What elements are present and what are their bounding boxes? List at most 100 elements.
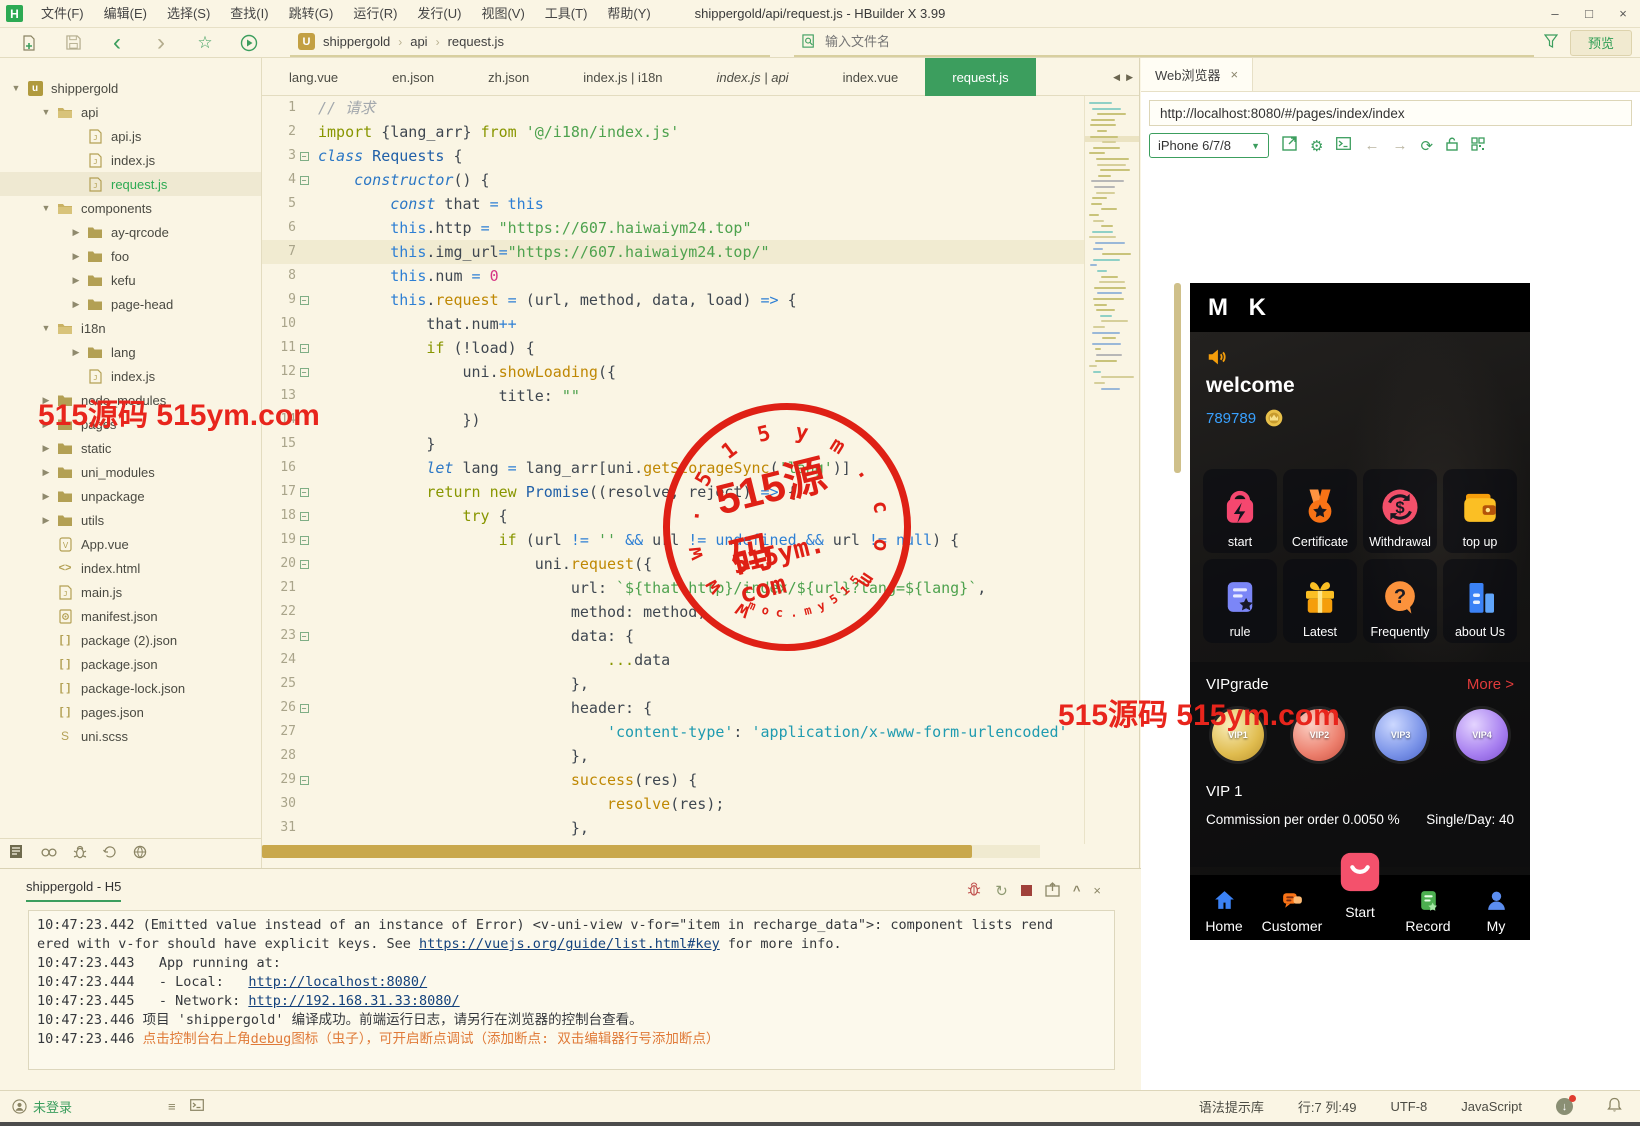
console-link[interactable]: http://localhost:8080/: [248, 974, 427, 990]
fold-marker-icon[interactable]: −: [296, 504, 312, 528]
fold-marker-icon[interactable]: −: [296, 360, 312, 384]
fold-marker-icon[interactable]: −: [296, 840, 312, 844]
maximize-button[interactable]: □: [1572, 0, 1606, 28]
fold-marker-icon[interactable]: −: [296, 288, 312, 312]
chevron-right-icon[interactable]: ▶: [40, 515, 52, 526]
nav-item-start[interactable]: Start: [1326, 852, 1394, 926]
minimize-button[interactable]: –: [1538, 0, 1572, 28]
debug-bug-icon[interactable]: [966, 881, 982, 900]
status-item[interactable]: 行:7 列:49: [1298, 1097, 1357, 1116]
vip-badge-vip1[interactable]: VIP1: [1212, 709, 1264, 761]
tab-scroll-right-icon[interactable]: ▶: [1126, 72, 1133, 83]
tree-item-foo[interactable]: ▶ foo: [0, 244, 261, 268]
breadcrumb-item[interactable]: api: [410, 34, 427, 49]
qr-code-icon[interactable]: [1471, 136, 1485, 155]
app-tile-latest[interactable]: Latest: [1283, 559, 1357, 643]
chevron-right-icon[interactable]: ▶: [40, 443, 52, 454]
chevron-down-icon[interactable]: ▼: [10, 83, 22, 93]
tree-item-pages[interactable]: ▶ pages: [0, 412, 261, 436]
login-status[interactable]: 未登录: [12, 1097, 72, 1116]
app-tile-withdrawal[interactable]: $ Withdrawal: [1363, 469, 1437, 553]
chevron-right-icon[interactable]: ▶: [70, 299, 82, 310]
horizontal-scrollbar[interactable]: [262, 845, 1040, 858]
app-tile-frequently[interactable]: ? Frequently: [1363, 559, 1437, 643]
browser-tab-close-icon[interactable]: ×: [1231, 67, 1239, 82]
new-file-button[interactable]: [14, 31, 44, 55]
debug-panel-icon[interactable]: [73, 845, 87, 862]
minimap[interactable]: [1084, 96, 1139, 844]
update-download-icon[interactable]: ↓: [1556, 1095, 1576, 1115]
device-select[interactable]: iPhone 6/7/8 ▼: [1149, 133, 1269, 158]
console-link[interactable]: debug: [251, 1031, 292, 1047]
fold-marker-icon[interactable]: −: [296, 696, 312, 720]
fold-marker-icon[interactable]: −: [296, 528, 312, 552]
tree-item-utils[interactable]: ▶ utils: [0, 508, 261, 532]
tree-item-package-2-json[interactable]: [ ] package (2).json: [0, 628, 261, 652]
tree-item-unpackage[interactable]: ▶ unpackage: [0, 484, 261, 508]
chevron-right-icon[interactable]: ▶: [70, 251, 82, 262]
tree-item-package-lock-json[interactable]: [ ] package-lock.json: [0, 676, 261, 700]
url-input[interactable]: [1160, 105, 1621, 121]
chevron-right-icon[interactable]: ▶: [70, 275, 82, 286]
breadcrumb-item[interactable]: shippergold: [323, 34, 390, 49]
refresh-icon[interactable]: ⟳: [1420, 137, 1433, 155]
tree-item-uni-modules[interactable]: ▶ uni_modules: [0, 460, 261, 484]
tree-item-i18n[interactable]: ▼ i18n: [0, 316, 261, 340]
preview-button[interactable]: 预览: [1570, 29, 1632, 56]
menu-item[interactable]: 发行(U): [407, 0, 471, 28]
tree-item-main-js[interactable]: Jmain.js: [0, 580, 261, 604]
vip-badge-vip3[interactable]: VIP3: [1374, 709, 1427, 761]
breadcrumb[interactable]: U shippergold › api › request.js: [290, 29, 770, 57]
vip-badge-vip2[interactable]: VIP2: [1293, 709, 1346, 761]
tree-item-index-js[interactable]: Jindex.js: [0, 364, 261, 388]
nav-item-customer[interactable]: Customer: [1258, 875, 1326, 940]
editor-tab-request-js[interactable]: request.js: [925, 58, 1036, 96]
unlock-icon[interactable]: [1446, 137, 1458, 155]
app-tile-top-up[interactable]: top up: [1443, 469, 1517, 553]
plugins-panel-icon[interactable]: [133, 845, 147, 862]
menu-item[interactable]: 帮助(Y): [597, 0, 660, 28]
app-tile-certificate[interactable]: Certificate: [1283, 469, 1357, 553]
nav-forward-icon[interactable]: →: [1392, 137, 1407, 154]
favorite-star-icon[interactable]: ☆: [190, 31, 220, 55]
tree-item-page-head[interactable]: ▶ page-head: [0, 292, 261, 316]
menu-item[interactable]: 选择(S): [157, 0, 220, 28]
preview-scrollbar[interactable]: [1174, 283, 1181, 473]
editor-tab-zh-json[interactable]: zh.json: [461, 58, 556, 96]
tree-item-api-js[interactable]: Japi.js: [0, 124, 261, 148]
code-area[interactable]: 1 // 请求 2 import {lang_arr} from '@/i18n/in…: [262, 96, 1084, 844]
search-panel-icon[interactable]: [41, 846, 57, 862]
chevron-down-icon[interactable]: ▼: [40, 107, 52, 117]
nav-item-home[interactable]: Home: [1190, 875, 1258, 940]
tab-scroll-left-icon[interactable]: ◀: [1113, 72, 1120, 83]
breadcrumb-item[interactable]: request.js: [448, 34, 504, 49]
chevron-right-icon[interactable]: ▶: [40, 419, 52, 430]
settings-gear-icon[interactable]: ⚙: [1310, 137, 1323, 155]
tree-item-static[interactable]: ▶ static: [0, 436, 261, 460]
console-link[interactable]: http://192.168.31.33:8080/: [248, 993, 459, 1009]
status-item[interactable]: JavaScript: [1461, 1099, 1522, 1114]
tree-item-kefu[interactable]: ▶ kefu: [0, 268, 261, 292]
menu-item[interactable]: 文件(F): [31, 0, 94, 28]
fold-marker-icon[interactable]: −: [296, 624, 312, 648]
chevron-right-icon[interactable]: ▶: [40, 467, 52, 478]
stop-icon[interactable]: [1020, 885, 1032, 896]
terminal-icon[interactable]: [189, 1099, 204, 1114]
editor-tab-en-json[interactable]: en.json: [365, 58, 461, 96]
menu-item[interactable]: 跳转(G): [279, 0, 344, 28]
vip-more-link[interactable]: More >: [1467, 676, 1514, 693]
status-item[interactable]: 语法提示库: [1199, 1097, 1264, 1116]
open-external-icon[interactable]: [1282, 136, 1297, 155]
restart-icon[interactable]: ↻: [995, 882, 1008, 900]
tree-item-uni-scss[interactable]: Suni.scss: [0, 724, 261, 748]
tree-item-lang[interactable]: ▶ lang: [0, 340, 261, 364]
tree-item-node-modules[interactable]: ▶ node_modules: [0, 388, 261, 412]
menu-item[interactable]: 工具(T): [535, 0, 598, 28]
tree-item-api[interactable]: ▼ api: [0, 100, 261, 124]
tree-item-app-vue[interactable]: V App.vue: [0, 532, 261, 556]
tree-item-manifest-json[interactable]: manifest.json: [0, 604, 261, 628]
chevron-right-icon[interactable]: ▶: [40, 395, 52, 406]
menu-item[interactable]: 编辑(E): [94, 0, 157, 28]
tree-item-request-js[interactable]: Jrequest.js: [0, 172, 261, 196]
fold-marker-icon[interactable]: −: [296, 336, 312, 360]
